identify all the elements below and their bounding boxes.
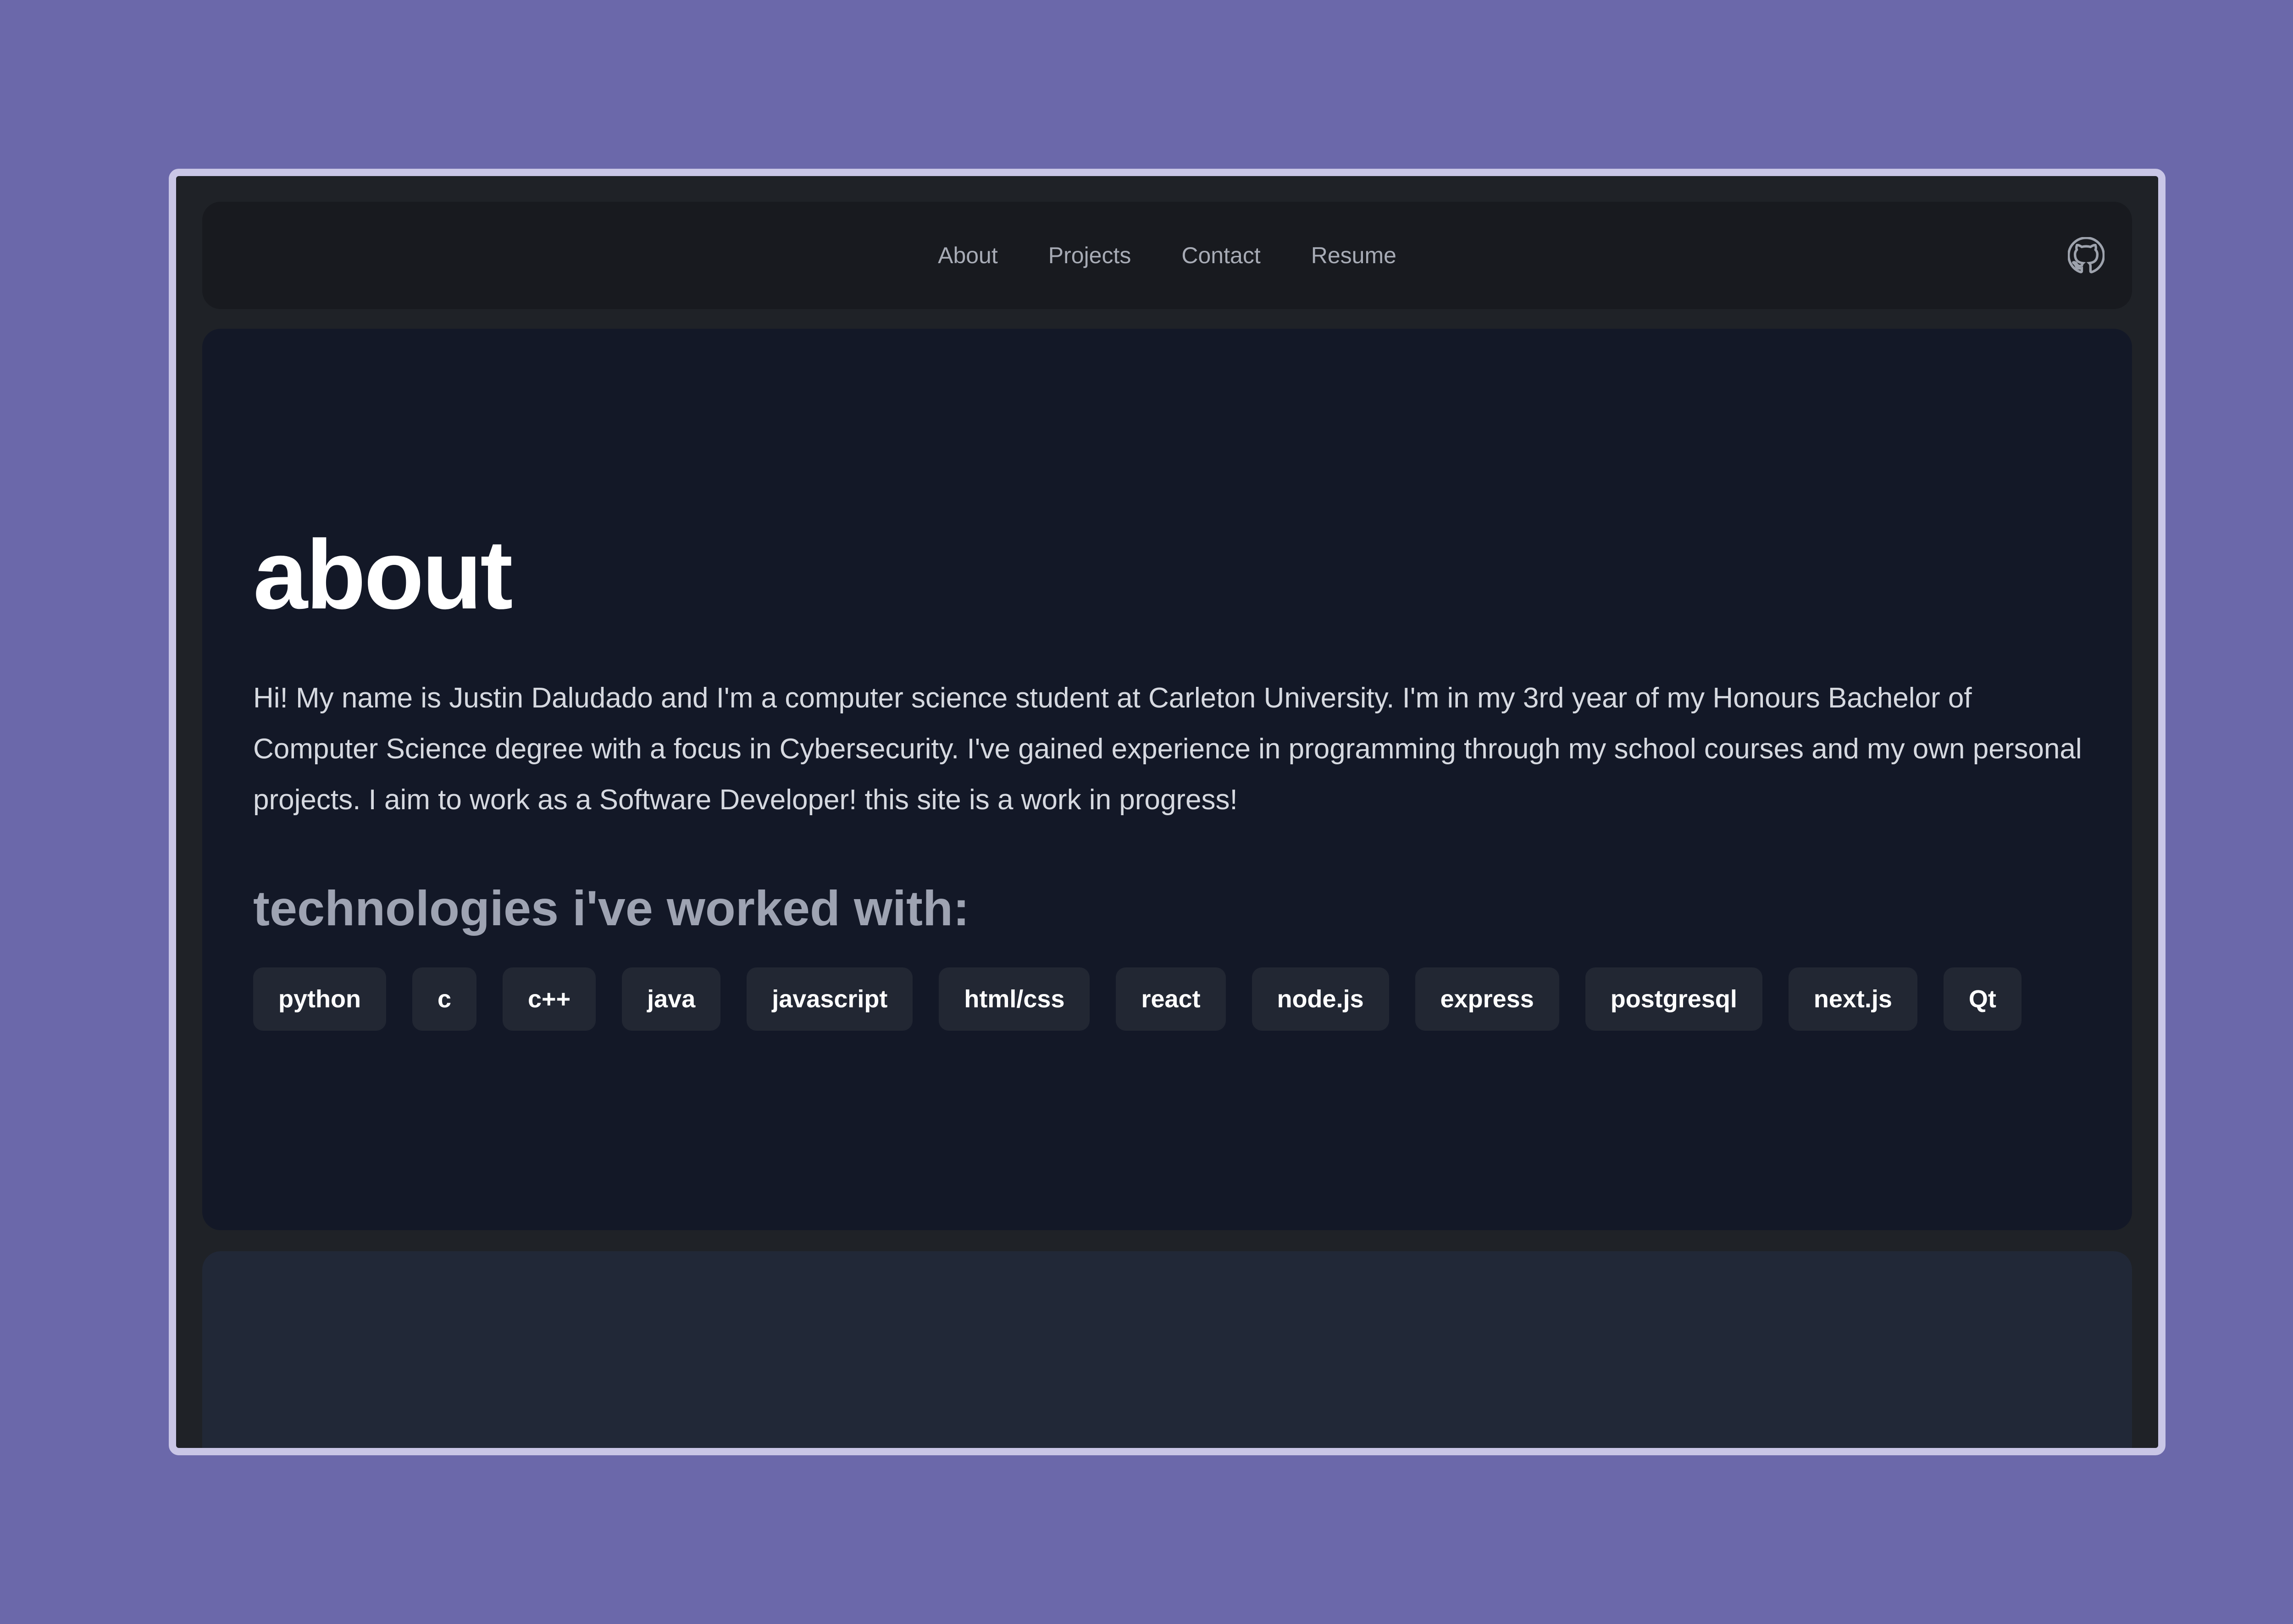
nav-link-resume[interactable]: Resume: [1311, 242, 1396, 269]
tech-badge-qt: Qt: [1943, 967, 2022, 1031]
github-icon[interactable]: [2067, 236, 2105, 274]
about-section: about Hi! My name is Justin Daludado and…: [202, 329, 2132, 1230]
tech-badge-nextjs: next.js: [1788, 967, 1917, 1031]
about-title: about: [253, 520, 513, 630]
tech-badge-python: python: [253, 967, 386, 1031]
tech-badge-cpp: c++: [503, 967, 596, 1031]
tech-badge-html-css: html/css: [939, 967, 1090, 1031]
about-text: Hi! My name is Justin Daludado and I'm a…: [253, 682, 2082, 816]
next-section-panel: [202, 1251, 2132, 1448]
tech-badge-java: java: [622, 967, 721, 1031]
tech-badge-react: react: [1116, 967, 1226, 1031]
nav-link-about[interactable]: About: [938, 242, 998, 269]
nav-link-contact[interactable]: Contact: [1181, 242, 1260, 269]
browser-frame: About Projects Contact Resume about Hi! …: [169, 169, 2166, 1455]
technologies-list: python c c++ java javascript html/css re…: [253, 967, 2022, 1031]
nav-link-projects[interactable]: Projects: [1048, 242, 1131, 269]
tech-badge-c: c: [412, 967, 477, 1031]
tech-badge-express: express: [1415, 967, 1559, 1031]
navbar: About Projects Contact Resume: [202, 202, 2132, 309]
technologies-title: technologies i've worked with:: [253, 880, 969, 936]
tech-badge-javascript: javascript: [747, 967, 913, 1031]
tech-badge-nodejs: node.js: [1252, 967, 1389, 1031]
tech-badge-postgresql: postgresql: [1585, 967, 1762, 1031]
nav-links: About Projects Contact Resume: [202, 202, 2132, 309]
